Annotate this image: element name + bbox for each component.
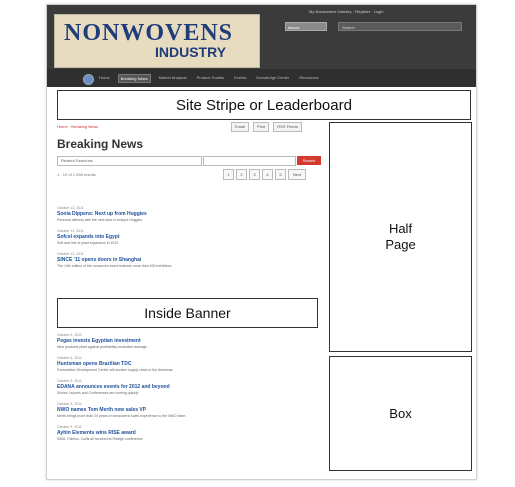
article-title-link[interactable]: Pegas invests Egyptian investment (57, 338, 325, 345)
search-button[interactable]: Search (297, 156, 321, 165)
logo-sub-text: INDUSTRY (155, 44, 227, 60)
nav-item-resources[interactable]: Resources (297, 74, 320, 83)
nav-item-knowledge-center[interactable]: Knowledge Center (254, 74, 291, 83)
list-item: October 12, 2011 Sonia Dippens: Next up … (57, 206, 325, 223)
pagination: 1 2 3 4 5 Next (223, 169, 306, 180)
article-description: Personal delivery with the next door to … (57, 218, 143, 222)
print-button[interactable]: Print (253, 122, 270, 132)
nav-item-product-guides[interactable]: Product Guides (195, 74, 227, 83)
nav-item-market-analysis[interactable]: Market Analysis (157, 74, 189, 83)
article-description: Formulation Development Center will shor… (57, 368, 173, 372)
nav-items: Home Breaking News Market Analysis Produ… (97, 74, 320, 83)
article-description: Merth brings more than 20 years of nonwo… (57, 414, 186, 418)
next-page-button[interactable]: Next (288, 169, 306, 180)
breadcrumb[interactable]: Home · Breaking News (57, 124, 98, 129)
article-description: INDA, Fabrics, Cullis all honored at Ral… (57, 437, 143, 441)
nav-item-events[interactable]: Events (232, 74, 248, 83)
site-header: NONWOVENS INDUSTRY My Nonwovens Industry… (47, 5, 476, 87)
half-page-label-line2: Page (385, 237, 416, 252)
keyword-input[interactable] (203, 156, 296, 166)
leaderboard-ad[interactable]: Site Stripe or Leaderboard (57, 90, 471, 120)
email-button[interactable]: Email (231, 122, 250, 132)
inside-banner-ad[interactable]: Inside Banner (57, 298, 318, 328)
top-links[interactable]: My Nonwovens Industry · Register · Login (309, 9, 383, 14)
article-description: The 14th edition of the nonwoven event f… (57, 264, 172, 268)
list-item: October 12, 2011 Sofcel expands into Egy… (57, 229, 325, 246)
nav-item-home[interactable]: Home (97, 74, 112, 83)
article-title-link[interactable]: EDANA announces events for 2012 and beyo… (57, 384, 325, 391)
issue-select[interactable]: Issues (285, 22, 327, 31)
globe-icon[interactable] (83, 74, 94, 85)
site-logo[interactable]: NONWOVENS INDUSTRY (54, 14, 260, 68)
half-page-label-line1: Half (388, 221, 413, 236)
page-button[interactable]: 5 (275, 169, 286, 180)
page-button[interactable]: 4 (262, 169, 273, 180)
nav-item-breaking-news[interactable]: Breaking News (117, 74, 151, 83)
list-item: October 5, 2011 Ayhin Elements wins RISE… (57, 425, 325, 442)
article-title-link[interactable]: Sonia Dippens: Next up from Huggies (57, 211, 325, 218)
page-button[interactable]: 2 (236, 169, 247, 180)
related-searches-select[interactable]: Related Searches (57, 156, 202, 166)
article-title-link[interactable]: Ayhin Elements wins RISE award (57, 430, 325, 437)
list-item: October 5, 2011 NWO names Tom Merth new … (57, 402, 325, 419)
page-button[interactable]: 3 (249, 169, 260, 180)
rss-button[interactable]: RSS Feeds (273, 122, 302, 132)
list-item: October 12, 2011 SINCE '11 opens doors i… (57, 252, 325, 269)
article-title-link[interactable]: NWO names Tom Merth new sales VP (57, 407, 325, 414)
page-button[interactable]: 1 (223, 169, 234, 180)
page-title: Breaking News (57, 137, 144, 151)
article-description: Soft and line of plant expansion in 2013 (57, 241, 119, 245)
article-description: New products plant against profitability… (57, 345, 147, 349)
article-title-link[interactable]: Sofcel expands into Egypt (57, 234, 325, 241)
list-item: October 6, 2011 Pegas invests Egyptian i… (57, 333, 325, 350)
logo-main-text: NONWOVENS (64, 20, 234, 46)
article-title-link[interactable]: Huntsman opens Brazilian TDC (57, 361, 325, 368)
article-title-link[interactable]: SINCE '11 opens doors in Shanghai (57, 257, 325, 264)
page-tools: Email Print RSS Feeds (231, 122, 302, 132)
list-item: October 5, 2011 EDANA announces events f… (57, 379, 325, 396)
list-item: October 6, 2011 Huntsman opens Brazilian… (57, 356, 325, 373)
main-nav: Home Breaking News Market Analysis Produ… (47, 69, 476, 87)
search-input[interactable]: Search (338, 22, 462, 31)
box-ad[interactable]: Box (329, 356, 472, 471)
half-page-ad[interactable]: Half Page (329, 122, 472, 352)
browser-page: NONWOVENS INDUSTRY My Nonwovens Industry… (46, 4, 477, 480)
article-description: Shows, houses and Conferences are coming… (57, 391, 139, 395)
results-count: 1 - 10 of 1,058 results (57, 172, 96, 177)
